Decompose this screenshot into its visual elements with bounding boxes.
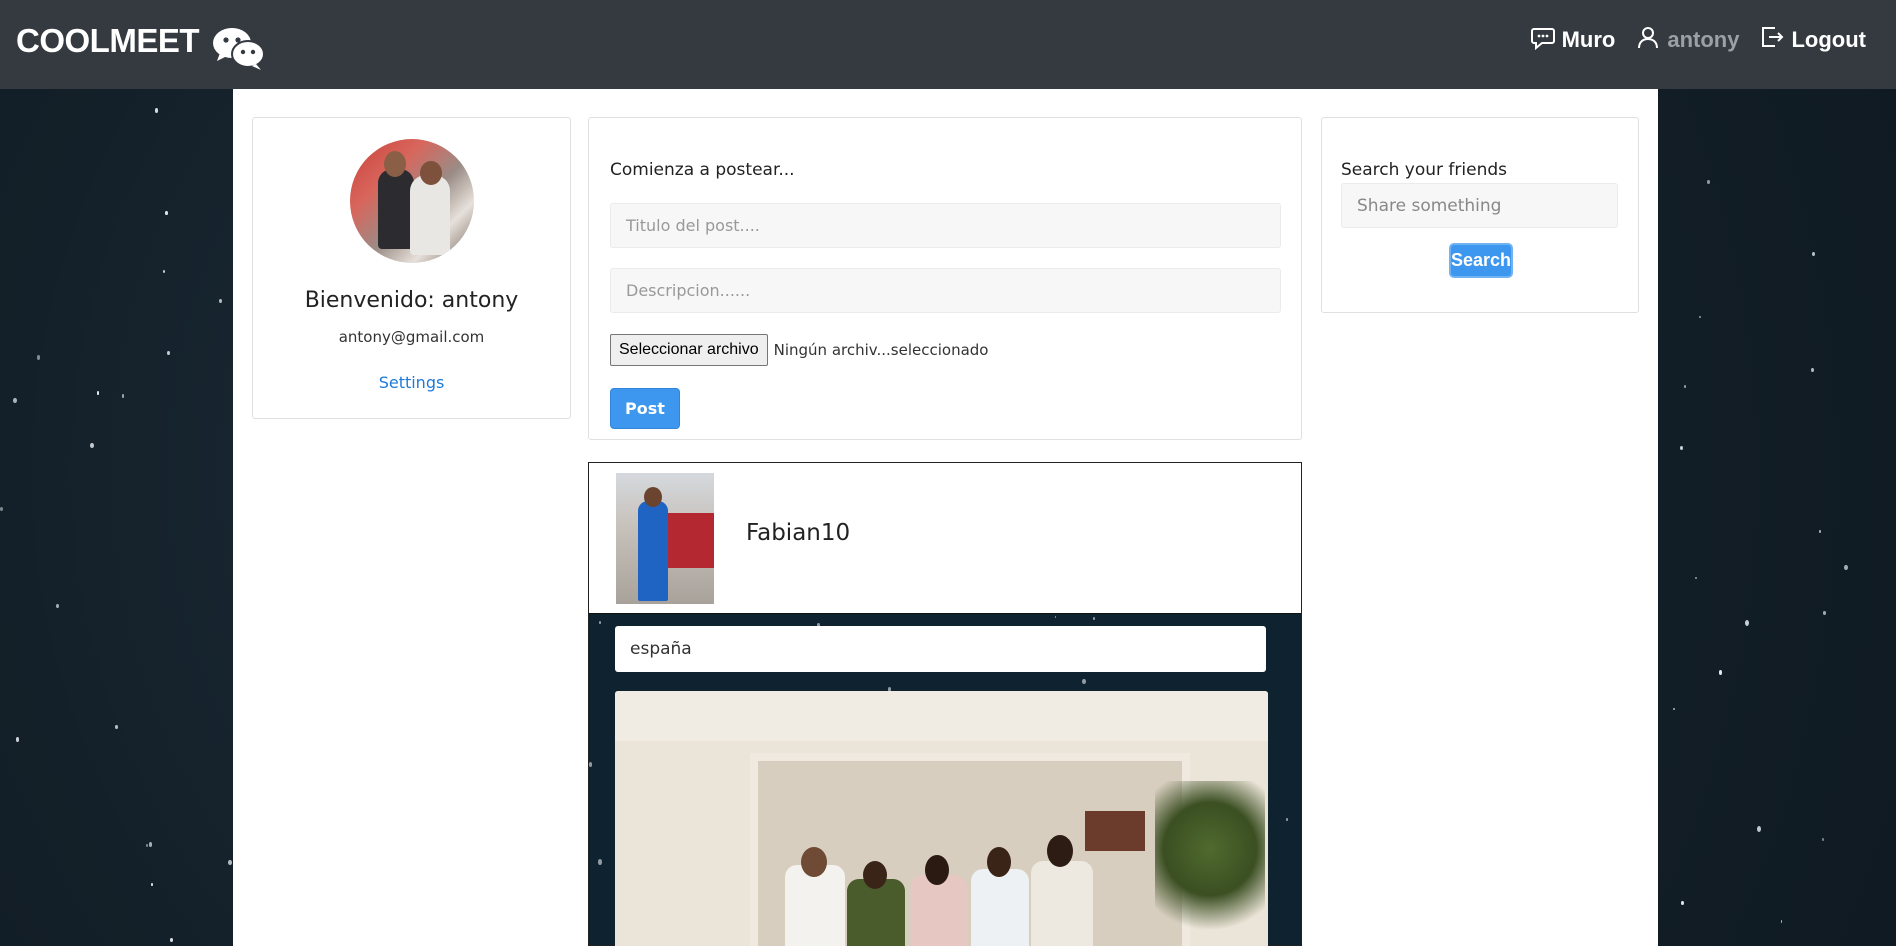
star — [1699, 316, 1701, 319]
star — [121, 394, 124, 398]
post-composer: Comienza a postear... Titulo del post...… — [588, 117, 1302, 440]
welcome-text: Bienvenido: antony — [304, 288, 519, 313]
file-status: Ningún archiv...seleccionado — [773, 341, 989, 359]
star — [1757, 826, 1762, 833]
search-button[interactable]: Search — [1449, 243, 1513, 278]
post-title-input[interactable]: Titulo del post.... — [610, 203, 1281, 248]
star — [13, 397, 17, 403]
search-input[interactable]: Share something — [1341, 183, 1618, 228]
star — [1082, 679, 1086, 685]
nav-links: Muro antony Logout — [1530, 24, 1866, 56]
file-picker: Seleccionar archivo Ningún archiv...sele… — [610, 334, 988, 366]
star — [36, 355, 41, 361]
star — [163, 270, 166, 273]
star — [1823, 611, 1826, 616]
star — [114, 724, 118, 730]
star — [90, 442, 95, 449]
star — [1706, 179, 1710, 184]
wechat-icon — [212, 26, 266, 74]
search-friends-card: Search your friends Share something Sear… — [1321, 117, 1639, 313]
star — [1679, 445, 1683, 451]
star — [165, 211, 168, 215]
post-button[interactable]: Post — [610, 388, 680, 429]
star — [55, 603, 59, 609]
star — [228, 859, 232, 865]
star — [155, 107, 159, 113]
star — [1092, 617, 1095, 621]
star — [169, 937, 173, 943]
search-heading: Search your friends — [1341, 160, 1508, 180]
star — [599, 620, 602, 624]
star — [1673, 707, 1675, 711]
nav-user-link[interactable]: antony — [1635, 24, 1739, 56]
nav-user-label: antony — [1667, 27, 1740, 52]
star — [1285, 818, 1288, 822]
settings-link[interactable]: Settings — [253, 373, 570, 392]
star — [589, 761, 593, 767]
user-icon — [1635, 24, 1661, 56]
star — [148, 842, 153, 848]
post-description-input[interactable]: Descripcion...... — [610, 268, 1281, 313]
post-author-photo[interactable] — [616, 473, 714, 604]
star — [1744, 620, 1749, 626]
star — [1681, 901, 1685, 906]
star — [1684, 384, 1687, 389]
brand-title[interactable]: COOLMEET — [16, 22, 200, 60]
choose-file-button[interactable]: Seleccionar archivo — [610, 334, 768, 366]
star — [1844, 565, 1848, 571]
star — [96, 391, 100, 395]
star — [1821, 838, 1824, 842]
nav-logout-label: Logout — [1791, 27, 1866, 52]
nav-muro-label: Muro — [1561, 27, 1616, 52]
main-container: Bienvenido: antony antony@gmail.com Sett… — [233, 89, 1658, 946]
star — [1054, 615, 1057, 618]
post-image[interactable] — [615, 691, 1268, 946]
star — [1780, 920, 1783, 923]
post-title: españa — [615, 626, 1266, 672]
star — [1819, 530, 1821, 533]
star — [1812, 251, 1815, 256]
star — [150, 882, 154, 887]
navbar: COOLMEET Muro antony Logout — [0, 0, 1896, 89]
post-author-name[interactable]: Fabian10 — [746, 520, 850, 546]
nav-logout-link[interactable]: Logout — [1759, 24, 1866, 56]
star — [0, 507, 4, 512]
nav-muro-link[interactable]: Muro — [1530, 24, 1616, 56]
star — [167, 351, 171, 356]
feed-post: Fabian10 españa — [588, 462, 1302, 946]
star — [1695, 576, 1697, 579]
composer-heading: Comienza a postear... — [610, 160, 795, 180]
star — [1718, 670, 1722, 675]
chat-icon — [1530, 24, 1556, 56]
star — [16, 737, 19, 742]
star — [598, 859, 602, 865]
user-email: antony@gmail.com — [338, 328, 485, 346]
profile-card: Bienvenido: antony antony@gmail.com Sett… — [252, 117, 571, 419]
star — [1811, 368, 1814, 373]
post-header: Fabian10 — [589, 463, 1301, 614]
avatar[interactable] — [350, 139, 474, 263]
star — [146, 844, 148, 847]
star — [218, 298, 222, 304]
logout-icon — [1759, 24, 1785, 56]
